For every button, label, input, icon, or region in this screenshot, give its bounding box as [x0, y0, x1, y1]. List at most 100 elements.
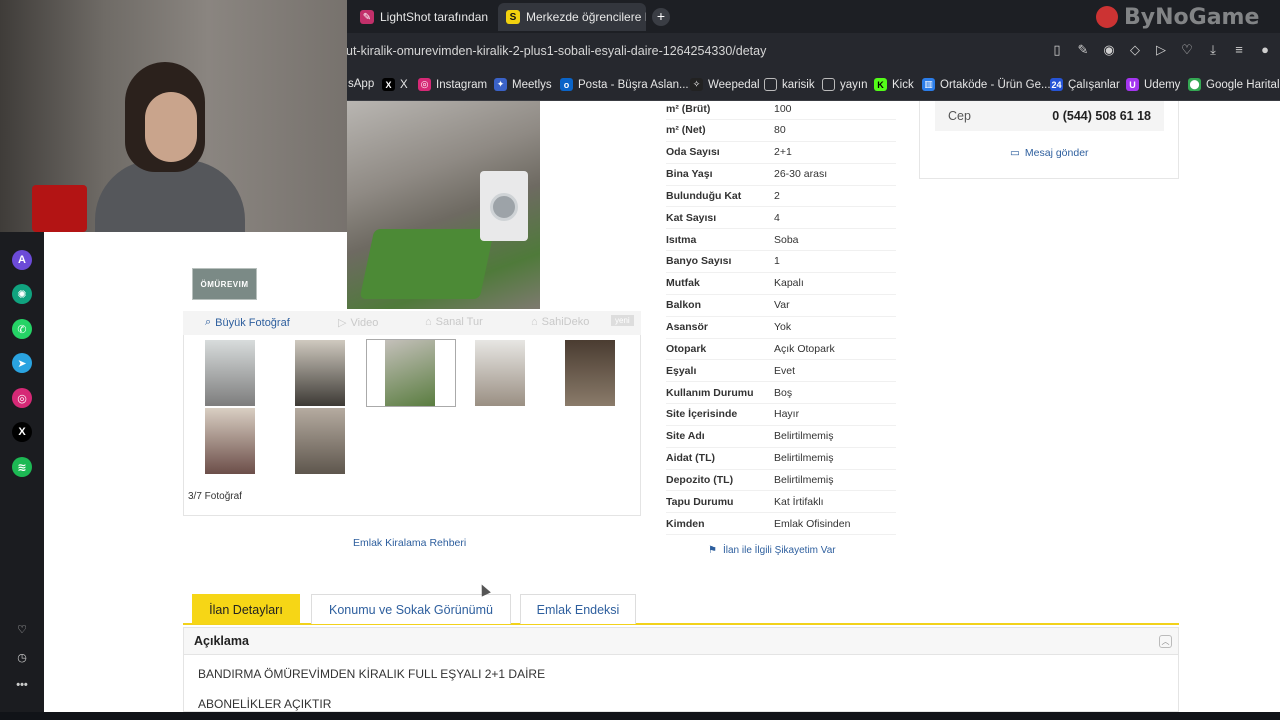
spec-label: Bulunduğu Kat: [666, 189, 742, 202]
agency-logo[interactable]: ÖMÜREVIM: [192, 268, 257, 300]
description-header[interactable]: Açıklama ︿: [183, 627, 1179, 655]
menu-icon[interactable]: ≡: [1232, 43, 1246, 57]
gallery-thumbnail-7[interactable]: [295, 408, 345, 474]
spec-value: 4: [774, 211, 780, 224]
tab-location-street-view[interactable]: Konumu ve Sokak Görünümü: [311, 594, 511, 624]
url-field[interactable]: ut-kiralik-omurevimden-kiralik-2-plus1-s…: [346, 44, 766, 58]
watermark: ByNoGame: [1096, 2, 1259, 32]
spec-value: 1: [774, 255, 780, 268]
tab-property-index[interactable]: Emlak Endeksi: [520, 594, 636, 624]
gallery-thumbnail-6[interactable]: [205, 408, 255, 474]
bookmark-udemy[interactable]: U Udemy: [1126, 78, 1180, 91]
gallery-thumbnail-3[interactable]: [385, 340, 435, 406]
spec-value: Emlak Ofisinden: [774, 517, 851, 530]
spec-row: Kullanım Durumu Boş: [666, 382, 896, 405]
profile-icon[interactable]: ●: [1258, 43, 1272, 57]
description-title: Açıklama: [194, 634, 249, 648]
bookmark-calisanlar[interactable]: 24 Çalışanlar: [1050, 78, 1120, 91]
bookmark-instagram[interactable]: ◎ Instagram: [418, 78, 487, 91]
camera-icon[interactable]: ◉: [1102, 43, 1116, 57]
bookmark-google-maps[interactable]: ⬤Google Haritalar: [1188, 78, 1280, 91]
whatsapp-icon[interactable]: ✆: [12, 319, 32, 339]
spec-row: Bina Yaşı 26-30 arası: [666, 164, 896, 186]
rental-guide-link[interactable]: Emlak Kiralama Rehberi: [353, 537, 466, 549]
browser-toolbar: ▯ ✎ ◉ ◇ ▷ ♡ ⤓ ≡ ●: [1050, 43, 1272, 57]
spec-row: Tapu Durumu Kat İrtifaklı: [666, 491, 896, 514]
shield-icon[interactable]: ◇: [1128, 43, 1142, 57]
bookmark-weepedal[interactable]: ✧ Weepedal: [690, 78, 760, 91]
download-icon[interactable]: ⤓: [1206, 43, 1220, 57]
more-icon[interactable]: •••: [12, 675, 32, 695]
x-icon[interactable]: X: [12, 422, 32, 442]
message-icon: ▭: [1010, 147, 1020, 159]
spotify-icon[interactable]: ≋: [12, 457, 32, 477]
video-button: ▷ Video: [338, 316, 379, 330]
bookmark-posta[interactable]: o Posta - Büşra Aslan...: [560, 78, 689, 91]
udemy-icon: U: [1126, 78, 1139, 91]
heart-icon[interactable]: ♡: [12, 619, 32, 639]
gallery-thumbnail-5[interactable]: [565, 340, 615, 406]
bookmark-x[interactable]: XX: [382, 78, 408, 91]
tab-label: LightShot tarafından Ekran: [380, 10, 492, 24]
spec-label: Tapu Durumu: [666, 495, 734, 508]
big-photo-button[interactable]: ⌕ Büyük Fotoğraf: [205, 316, 290, 329]
bookmark-whatsapp[interactable]: sApp: [348, 78, 374, 90]
os-taskbar: [0, 712, 1280, 720]
heart-icon[interactable]: ♡: [1180, 43, 1194, 57]
play-circle-icon: ▷: [338, 317, 347, 329]
spec-row: Depozito (TL) Belirtilmemiş: [666, 469, 896, 492]
phone-number[interactable]: 0 (544) 508 61 18: [1052, 109, 1151, 123]
instagram-icon[interactable]: ◎: [12, 388, 32, 408]
bookmark-kick[interactable]: K Kick: [874, 78, 914, 91]
gallery-thumbnail-4[interactable]: [475, 340, 525, 406]
browser-tab-merkezde[interactable]: S Merkezde öğrencilere Eşy: [498, 3, 646, 31]
spec-row: Kimden Emlak Ofisinden: [666, 513, 896, 536]
s-icon: S: [506, 10, 520, 24]
history-icon[interactable]: ◷: [12, 647, 32, 667]
bookmark-karisik[interactable]: karisik: [764, 78, 815, 91]
telegram-icon[interactable]: ➤: [12, 353, 32, 373]
spec-label: Site Adı: [666, 430, 705, 443]
spec-label: m² (Net): [666, 124, 706, 137]
spec-label: Bina Yaşı: [666, 168, 713, 181]
chatgpt-icon[interactable]: ✺: [12, 284, 32, 304]
spec-row: Site Adı Belirtilmemiş: [666, 426, 896, 448]
gallery-toolbar: ⌕ Büyük Fotoğraf ▷ Video ⌂ Sanal Tur ⌂ SahiD…: [183, 311, 641, 335]
new-tab-button[interactable]: +: [652, 8, 670, 26]
edit-icon[interactable]: ✎: [1076, 43, 1090, 57]
play-icon[interactable]: ▷: [1154, 43, 1168, 57]
report-listing-link[interactable]: ⚑ İlan ile İlgili Şikayetim Var: [708, 545, 836, 556]
collapse-icon[interactable]: ︿: [1159, 635, 1172, 648]
photo-counter: 3/7 Fotoğraf: [188, 491, 242, 502]
browser-tab-lightshot[interactable]: ✎ LightShot tarafından Ekran: [352, 3, 492, 31]
phone-row: Cep 0 (544) 508 61 18: [935, 101, 1164, 131]
phone-label: Cep: [948, 109, 971, 123]
flag-icon: ⚑: [708, 545, 717, 556]
spec-row: Otopark Açık Otopark: [666, 338, 896, 361]
spec-label: Kimden: [666, 517, 705, 530]
gallery-thumbnail-2[interactable]: [295, 340, 345, 406]
calisanlar-icon: 24: [1050, 78, 1063, 91]
send-message-link[interactable]: ▭ Mesaj gönder: [1010, 147, 1089, 159]
aria-icon[interactable]: A: [12, 250, 32, 270]
spec-label: Depozito (TL): [666, 473, 734, 486]
bookmark-meetlys[interactable]: ✦ Meetlys: [494, 78, 552, 91]
spec-row: Site İçerisinde Hayır: [666, 404, 896, 426]
main-listing-photo[interactable]: [347, 101, 540, 309]
spec-label: Oda Sayısı: [666, 146, 720, 159]
spec-value: Hayır: [774, 408, 800, 421]
bookmark-ortakode[interactable]: ▥ Ortaköde - Ürün Ge...: [922, 78, 1051, 91]
spec-value: Açık Otopark: [774, 342, 835, 355]
gallery-thumbnail-1[interactable]: [205, 340, 255, 406]
spec-label: Site İçerisinde: [666, 408, 738, 421]
spec-value: Belirtilmemiş: [774, 473, 834, 486]
tab-listing-details[interactable]: İlan Detayları: [192, 594, 300, 624]
spec-row: Aidat (TL) Belirtilmemiş: [666, 448, 896, 470]
spec-label: Mutfak: [666, 277, 700, 290]
reader-icon[interactable]: ▯: [1050, 43, 1064, 57]
spec-value: Boş: [774, 386, 793, 399]
virtual-tour-button: ⌂ Sanal Tur: [425, 316, 483, 328]
description-line-2: ABONELİKLER AÇIKTIR: [198, 697, 332, 711]
spec-value: Kat İrtifaklı: [774, 495, 824, 508]
bookmark-yayin[interactable]: yayın: [822, 78, 868, 91]
